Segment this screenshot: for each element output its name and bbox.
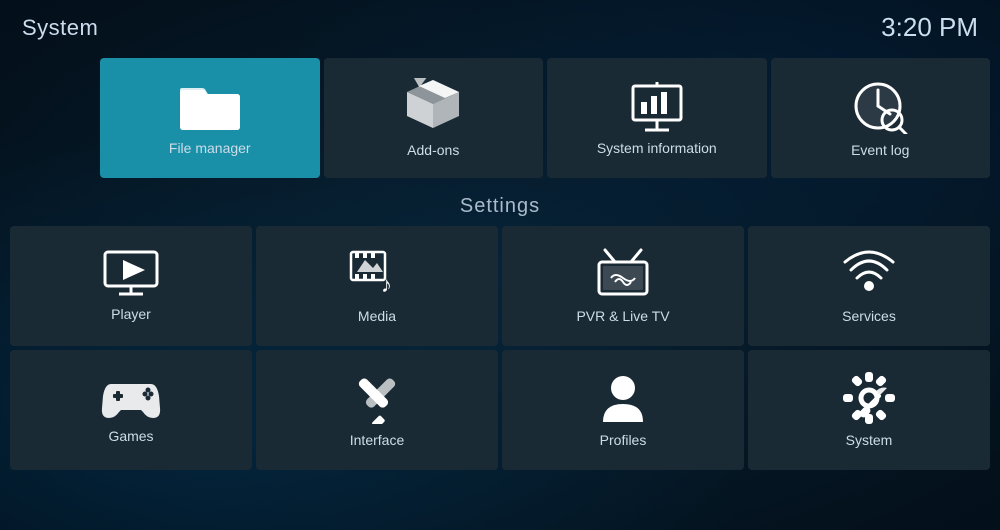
tile-event-log[interactable]: Event log (771, 58, 991, 178)
pvr-live-tv-label: PVR & Live TV (576, 308, 669, 324)
file-manager-label: File manager (169, 140, 251, 156)
media-label: Media (358, 308, 396, 324)
add-ons-label: Add-ons (407, 142, 459, 158)
media-icon: ♪ (349, 248, 405, 300)
services-label: Services (842, 308, 896, 324)
settings-grid: Player ♪ Media (10, 226, 990, 470)
system-info-icon (629, 80, 685, 132)
page-title: System (22, 15, 98, 41)
addons-icon (405, 78, 461, 134)
tile-pvr-live-tv[interactable]: PVR & Live TV (502, 226, 744, 346)
system-label: System (846, 432, 893, 448)
top-bar: System 3:20 PM (0, 0, 1000, 55)
interface-label: Interface (350, 432, 404, 448)
clock-display: 3:20 PM (881, 12, 978, 43)
tile-services[interactable]: Services (748, 226, 990, 346)
system-icon (843, 372, 895, 424)
event-log-icon (852, 78, 908, 134)
profiles-icon (599, 372, 647, 424)
tile-add-ons[interactable]: Add-ons (324, 58, 544, 178)
event-log-label: Event log (851, 142, 909, 158)
services-icon (843, 248, 895, 300)
top-row: File manager Add-ons (100, 58, 990, 178)
svg-text:♪: ♪ (381, 272, 392, 297)
games-icon (101, 376, 161, 420)
tile-system[interactable]: System (748, 350, 990, 470)
folder-icon (178, 80, 242, 132)
tile-games[interactable]: Games (10, 350, 252, 470)
tile-media[interactable]: ♪ Media (256, 226, 498, 346)
tile-file-manager[interactable]: File manager (100, 58, 320, 178)
settings-label: Settings (10, 195, 990, 218)
system-information-label: System information (597, 140, 717, 156)
interface-icon (351, 372, 403, 424)
tile-system-information[interactable]: System information (547, 58, 767, 178)
profiles-label: Profiles (600, 432, 647, 448)
player-icon (103, 250, 159, 298)
tile-interface[interactable]: Interface (256, 350, 498, 470)
pvr-icon (595, 248, 651, 300)
tile-player[interactable]: Player (10, 226, 252, 346)
settings-section: Settings Player (10, 195, 990, 470)
tile-profiles[interactable]: Profiles (502, 350, 744, 470)
games-label: Games (108, 428, 153, 444)
player-label: Player (111, 306, 151, 322)
